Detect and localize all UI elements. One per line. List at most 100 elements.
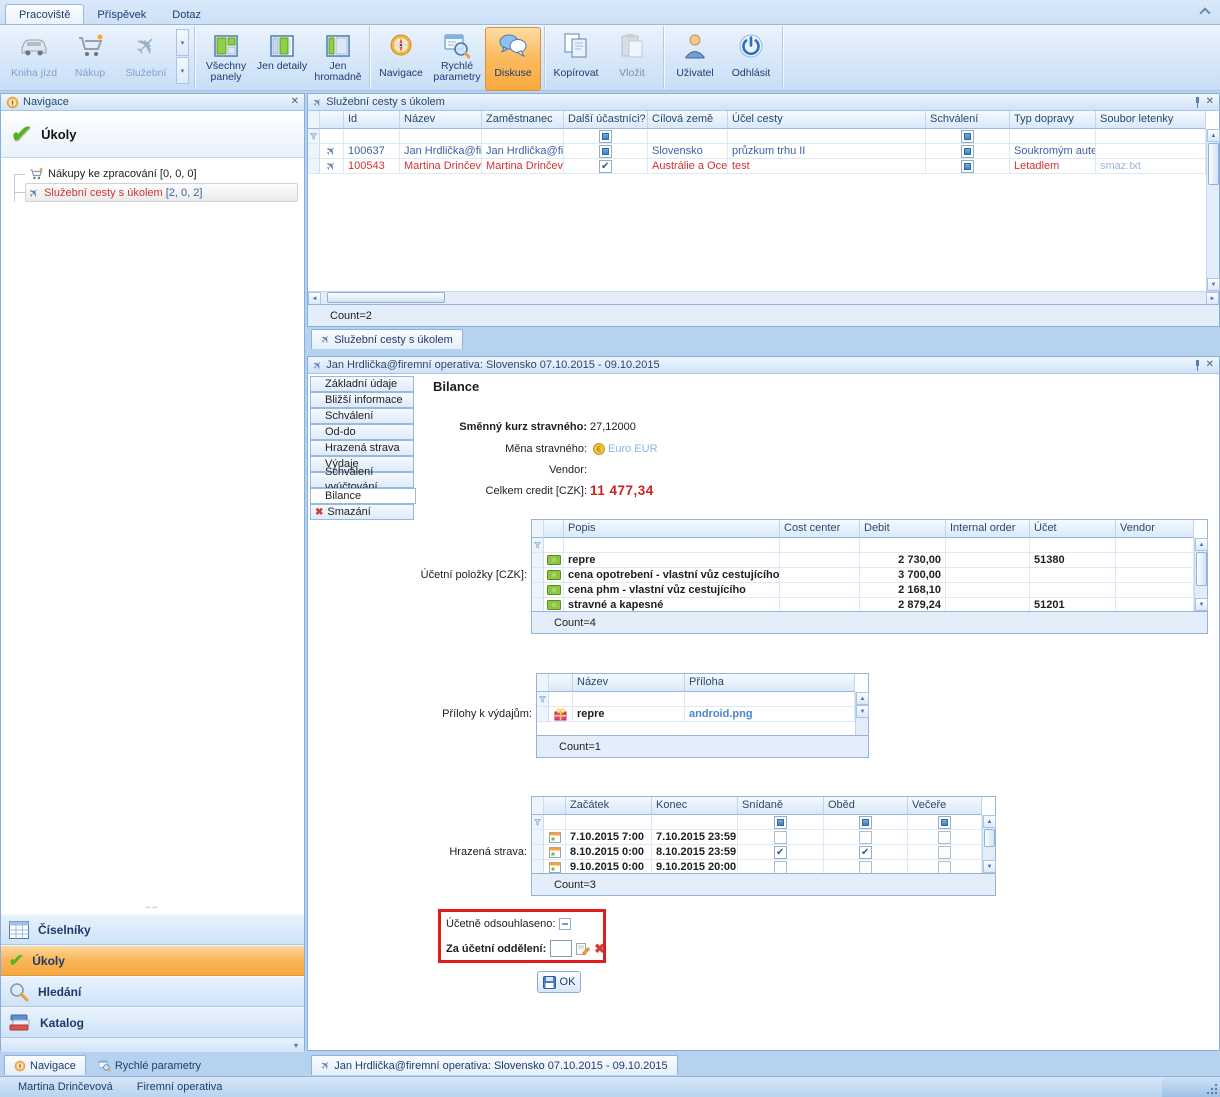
scroll-down-icon[interactable]: ▼ bbox=[1207, 278, 1220, 291]
pin-icon[interactable] bbox=[1193, 360, 1202, 371]
horizontal-scrollbar[interactable]: ◄ ► bbox=[308, 291, 1219, 304]
cell-internal-order[interactable] bbox=[946, 553, 1030, 568]
resize-grip[interactable] bbox=[1162, 1077, 1220, 1097]
tab-navigace[interactable]: Navigace bbox=[4, 1055, 86, 1075]
cell-dalsi-checkbox[interactable] bbox=[564, 159, 648, 174]
filter-cell[interactable] bbox=[344, 129, 400, 144]
currency-link[interactable]: Euro EUR bbox=[608, 443, 658, 455]
filter-cell[interactable] bbox=[1010, 129, 1096, 144]
row-indicator[interactable] bbox=[537, 707, 549, 722]
cell-id[interactable]: 100637 bbox=[344, 144, 400, 159]
scroll-down-icon[interactable]: ▼ bbox=[856, 705, 869, 718]
filter-checkbox-snidane[interactable] bbox=[738, 815, 824, 830]
column-header-konec[interactable]: Konec bbox=[652, 797, 738, 815]
filter-cell[interactable] bbox=[946, 538, 1030, 553]
cell-soubor-letenky[interactable]: smaz.txt bbox=[1096, 159, 1206, 174]
vertical-scrollbar[interactable]: ▲ ▼ bbox=[1206, 129, 1219, 291]
gallery-down-button[interactable]: ▾ bbox=[176, 57, 189, 84]
cell-internal-order[interactable] bbox=[946, 583, 1030, 598]
column-header-zamestnanec[interactable]: Zaměstnanec bbox=[482, 111, 564, 129]
filter-cell[interactable] bbox=[648, 129, 728, 144]
cell-vecere-checkbox[interactable] bbox=[908, 830, 982, 845]
detail-tab-od-do[interactable]: Od-do bbox=[310, 424, 414, 440]
detail-tab-zakladni-udaje[interactable]: Základní údaje bbox=[310, 376, 414, 392]
cell-cost-center[interactable] bbox=[780, 553, 860, 568]
cell-snidane-checkbox[interactable] bbox=[738, 830, 824, 845]
column-header-internal-order[interactable]: Internal order bbox=[946, 520, 1030, 538]
cell-nazev[interactable]: repre bbox=[573, 707, 685, 722]
scroll-up-icon[interactable]: ▲ bbox=[856, 692, 869, 705]
scroll-up-icon[interactable]: ▲ bbox=[983, 815, 996, 828]
filter-cell[interactable] bbox=[860, 538, 946, 553]
close-icon[interactable]: ✕ bbox=[291, 97, 299, 107]
detail-tab-schvaleni[interactable]: Schválení bbox=[310, 408, 414, 424]
edit-icon[interactable] bbox=[576, 942, 590, 955]
filter-cell[interactable] bbox=[564, 538, 780, 553]
cell-vecere-checkbox[interactable] bbox=[908, 845, 982, 860]
filter-cell[interactable] bbox=[566, 815, 652, 830]
cell-debit[interactable]: 3 700,00 bbox=[860, 568, 946, 583]
column-header-cilova-zeme[interactable]: Cílová země bbox=[648, 111, 728, 129]
delete-icon[interactable]: ✖ bbox=[594, 941, 605, 957]
column-header-ucel-cesty[interactable]: Účel cesty bbox=[728, 111, 926, 129]
filter-cell[interactable] bbox=[544, 815, 566, 830]
scroll-up-icon[interactable]: ▲ bbox=[1195, 538, 1208, 551]
navbar-splitter[interactable]: ┄┄ bbox=[1, 902, 304, 912]
column-header-nazev[interactable]: Název bbox=[400, 111, 482, 129]
filter-cell[interactable] bbox=[685, 692, 855, 707]
cell-zacatek[interactable]: 7.10.2015 7:00 bbox=[566, 830, 652, 845]
column-header-vecere[interactable]: Večeře bbox=[908, 797, 982, 815]
cell-cilova-zeme[interactable]: Slovensko bbox=[648, 144, 728, 159]
cell-vendor[interactable] bbox=[1116, 553, 1194, 568]
detail-tab-hrazena-strava[interactable]: Hrazená strava bbox=[310, 440, 414, 456]
cell-ucet[interactable] bbox=[1030, 583, 1116, 598]
column-header-id[interactable]: Id bbox=[344, 111, 400, 129]
filter-checkbox-obed[interactable] bbox=[824, 815, 908, 830]
filter-cell[interactable] bbox=[544, 538, 564, 553]
ok-button[interactable]: OK bbox=[537, 971, 581, 993]
jen-hromadne-button[interactable]: Jen hromadně bbox=[310, 27, 366, 91]
cell-ucet[interactable]: 51380 bbox=[1030, 553, 1116, 568]
cell-typ-dopravy[interactable]: Letadlem bbox=[1010, 159, 1096, 174]
cell-cilova-zeme[interactable]: Austrálie a Oceánie bbox=[648, 159, 728, 174]
vertical-scrollbar[interactable]: ▲ ▼ bbox=[982, 815, 995, 873]
column-header-ucet[interactable]: Účet bbox=[1030, 520, 1116, 538]
scroll-down-icon[interactable]: ▼ bbox=[1195, 598, 1208, 611]
attachment-link[interactable]: android.png bbox=[685, 707, 855, 722]
tree-item-nakupy[interactable]: Nákupy ke zpracování [0, 0, 0] bbox=[1, 164, 304, 183]
filter-cell[interactable] bbox=[1030, 538, 1116, 553]
column-header-debit[interactable]: Debit bbox=[860, 520, 946, 538]
vertical-scrollbar[interactable]: ▲ ▼ bbox=[855, 692, 868, 735]
navbar-overflow[interactable]: ▾ bbox=[1, 1038, 304, 1052]
cell-popis[interactable]: cena opotrebení - vlastní vůz cestujícíh… bbox=[564, 568, 780, 583]
cell-vendor[interactable] bbox=[1116, 568, 1194, 583]
filter-cell[interactable] bbox=[320, 129, 344, 144]
column-header-schvaleni[interactable]: Schválení bbox=[926, 111, 1010, 129]
cell-dalsi-checkbox[interactable] bbox=[564, 144, 648, 159]
cell-ucet[interactable] bbox=[1030, 568, 1116, 583]
cell-zamestnanec[interactable]: Martina Drinčevová@ bbox=[482, 159, 564, 174]
tree-item-sluzebni-cesty[interactable]: ✈ Služební cesty s úkolem [2, 0, 2] bbox=[1, 183, 304, 202]
cell-cost-center[interactable] bbox=[780, 568, 860, 583]
cell-debit[interactable]: 2 730,00 bbox=[860, 553, 946, 568]
jen-detaily-button[interactable]: Jen detaily bbox=[254, 27, 310, 91]
row-indicator[interactable] bbox=[532, 845, 544, 860]
column-header-dalsi-ucastnici[interactable]: Další účastníci? bbox=[564, 111, 648, 129]
column-header-cost-center[interactable]: Cost center bbox=[780, 520, 860, 538]
ribbon-tab-pracoviste[interactable]: Pracoviště bbox=[5, 4, 84, 24]
tab-sluzebni-cesty[interactable]: ✈ Služební cesty s úkolem bbox=[311, 329, 463, 349]
column-header-typ-dopravy[interactable]: Typ dopravy bbox=[1010, 111, 1096, 129]
cell-zamestnanec[interactable]: Jan Hrdlička@firemní bbox=[482, 144, 564, 159]
navbar-group-katalog[interactable]: Katalog bbox=[1, 1007, 304, 1038]
cell-soubor-letenky[interactable] bbox=[1096, 144, 1206, 159]
row-indicator[interactable] bbox=[532, 830, 544, 845]
navigace-button[interactable]: Navigace bbox=[373, 27, 429, 91]
scroll-down-icon[interactable]: ▼ bbox=[983, 860, 996, 873]
column-header-snidane[interactable]: Snídaně bbox=[738, 797, 824, 815]
cell-schvaleni-checkbox[interactable] bbox=[926, 144, 1010, 159]
department-input[interactable] bbox=[550, 940, 572, 957]
detail-tab-smazani[interactable]: ✖Smazání bbox=[310, 504, 414, 520]
cell-debit[interactable]: 2 168,10 bbox=[860, 583, 946, 598]
cell-cost-center[interactable] bbox=[780, 583, 860, 598]
navbar-group-ukoly[interactable]: ✔ Úkoly bbox=[1, 945, 304, 976]
